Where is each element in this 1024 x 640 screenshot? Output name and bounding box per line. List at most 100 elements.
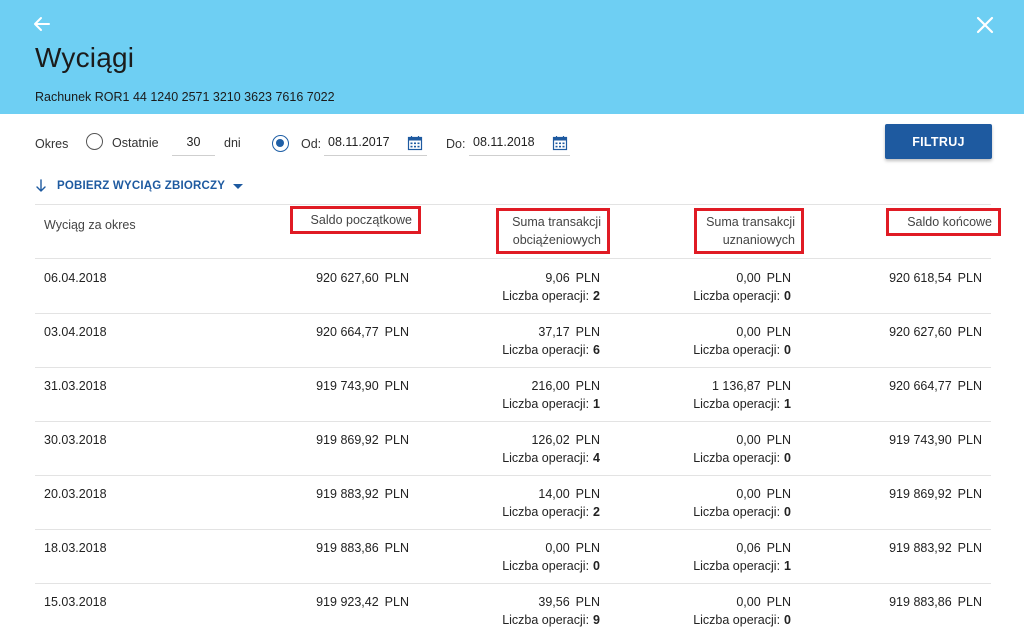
row-date: 15.03.2018 [44, 595, 107, 609]
currency: PLN [957, 487, 982, 501]
row-credit-sum: 0,00 PLN [736, 431, 791, 449]
currency: PLN [575, 487, 600, 501]
opening-amount: 919 883,86 [316, 541, 379, 555]
credit-amount: 1 136,87 [712, 379, 761, 393]
table-row[interactable]: 31.03.2018 919 743,90 PLN 216,00 PLN Liczba o… [35, 367, 991, 421]
row-credit-sum: 0,00 PLN [736, 593, 791, 611]
credit-ops-count: 0 [784, 505, 791, 519]
ops-label: Liczba operacji: [502, 343, 590, 357]
currency: PLN [957, 271, 982, 285]
download-summary-statement-link[interactable]: POBIERZ WYCIĄG ZBIORCZY [35, 179, 244, 193]
ops-label: Liczba operacji: [693, 613, 781, 627]
caret-down-icon [233, 183, 244, 189]
row-credit-ops: Liczba operacji: 1 [693, 557, 791, 575]
row-closing-balance: 919 743,90 PLN [889, 431, 982, 449]
column-header-debit-line1: Suma transakcji [512, 215, 601, 229]
page-header: Wyciągi Rachunek ROR1 44 1240 2571 3210 … [0, 0, 1024, 114]
download-summary-statement-label: POBIERZ WYCIĄG ZBIORCZY [57, 180, 226, 192]
credit-ops-count: 0 [784, 613, 791, 627]
currency: PLN [575, 325, 600, 339]
closing-amount: 919 883,86 [889, 595, 952, 609]
debit-amount: 9,06 [545, 271, 570, 285]
currency: PLN [766, 379, 791, 393]
ops-label: Liczba operacji: [693, 451, 781, 465]
currency: PLN [384, 433, 409, 447]
currency: PLN [575, 541, 600, 555]
from-calendar-button[interactable] [407, 135, 423, 151]
debit-ops-count: 2 [593, 505, 600, 519]
ops-label: Liczba operacji: [693, 559, 781, 573]
currency: PLN [766, 271, 791, 285]
row-debit-sum: 14,00 PLN [538, 485, 600, 503]
row-credit-ops: Liczba operacji: 0 [693, 287, 791, 305]
row-opening-balance: 919 869,92 PLN [316, 431, 409, 449]
currency: PLN [957, 595, 982, 609]
debit-ops-count: 1 [593, 397, 600, 411]
row-debit-sum: 126,02 PLN [531, 431, 600, 449]
row-opening-balance: 920 664,77 PLN [316, 323, 409, 341]
column-header-period: Wyciąg za okres [44, 218, 136, 232]
radio-date-range[interactable] [272, 135, 289, 152]
row-closing-balance: 919 869,92 PLN [889, 485, 982, 503]
row-date: 20.03.2018 [44, 487, 107, 501]
column-header-closing-label: Saldo końcowe [907, 215, 992, 229]
row-date: 30.03.2018 [44, 433, 107, 447]
credit-amount: 0,06 [736, 541, 761, 555]
credit-ops-count: 0 [784, 451, 791, 465]
credit-ops-count: 0 [784, 289, 791, 303]
debit-amount: 14,00 [538, 487, 570, 501]
currency: PLN [575, 379, 600, 393]
table-row[interactable]: 18.03.2018 919 883,86 PLN 0,00 PLN Liczba ope… [35, 529, 991, 583]
closing-amount: 919 883,92 [889, 541, 952, 555]
radio-last-days[interactable] [86, 133, 103, 150]
ops-label: Liczba operacji: [693, 289, 781, 303]
row-debit-ops: Liczba operacji: 2 [502, 287, 600, 305]
currency: PLN [766, 433, 791, 447]
closing-amount: 920 664,77 [889, 379, 952, 393]
column-header-opening-balance: Saldo początkowe [290, 206, 421, 234]
currency: PLN [766, 487, 791, 501]
table-row[interactable]: 03.04.2018 920 664,77 PLN 37,17 PLN Liczba op… [35, 313, 991, 367]
to-calendar-button[interactable] [552, 135, 568, 151]
row-credit-ops: Liczba operacji: 0 [693, 503, 791, 521]
row-closing-balance: 919 883,92 PLN [889, 539, 982, 557]
close-button[interactable] [973, 13, 997, 37]
table-row[interactable]: 06.04.2018 920 627,60 PLN 9,06 PLN Liczba ope… [35, 259, 991, 313]
credit-ops-count: 1 [784, 397, 791, 411]
row-credit-sum: 0,00 PLN [736, 485, 791, 503]
last-days-input[interactable]: 30 [172, 130, 215, 156]
ops-label: Liczba operacji: [502, 559, 590, 573]
debit-ops-count: 6 [593, 343, 600, 357]
row-debit-ops: Liczba operacji: 6 [502, 341, 600, 359]
credit-amount: 0,00 [736, 325, 761, 339]
debit-amount: 37,17 [538, 325, 570, 339]
credit-amount: 0,00 [736, 271, 761, 285]
page-title: Wyciągi [35, 42, 135, 73]
currency: PLN [766, 541, 791, 555]
opening-amount: 919 883,92 [316, 487, 379, 501]
table-row[interactable]: 20.03.2018 919 883,92 PLN 14,00 PLN Liczba op… [35, 475, 991, 529]
table-row[interactable]: 15.03.2018 919 923,42 PLN 39,56 PLN Liczba op… [35, 583, 991, 637]
filter-button[interactable]: FILTRUJ [885, 124, 992, 159]
row-date: 18.03.2018 [44, 541, 107, 555]
ops-label: Liczba operacji: [693, 397, 781, 411]
row-debit-sum: 0,00 PLN [545, 539, 600, 557]
ops-label: Liczba operacji: [502, 397, 590, 411]
credit-amount: 0,00 [736, 433, 761, 447]
currency: PLN [766, 325, 791, 339]
row-closing-balance: 920 627,60 PLN [889, 323, 982, 341]
period-label: Okres [35, 137, 69, 151]
debit-amount: 0,00 [545, 541, 570, 555]
opening-amount: 919 743,90 [316, 379, 379, 393]
currency: PLN [575, 271, 600, 285]
last-days-label: Ostatnie [112, 136, 159, 150]
row-credit-ops: Liczba operacji: 1 [693, 395, 791, 413]
closing-amount: 920 627,60 [889, 325, 952, 339]
table-row[interactable]: 30.03.2018 919 869,92 PLN 126,02 PLN Liczba o… [35, 421, 991, 475]
row-debit-sum: 9,06 PLN [545, 269, 600, 287]
back-button[interactable] [30, 12, 54, 36]
currency: PLN [384, 487, 409, 501]
credit-amount: 0,00 [736, 595, 761, 609]
debit-amount: 39,56 [538, 595, 570, 609]
download-arrow-icon [36, 179, 46, 192]
